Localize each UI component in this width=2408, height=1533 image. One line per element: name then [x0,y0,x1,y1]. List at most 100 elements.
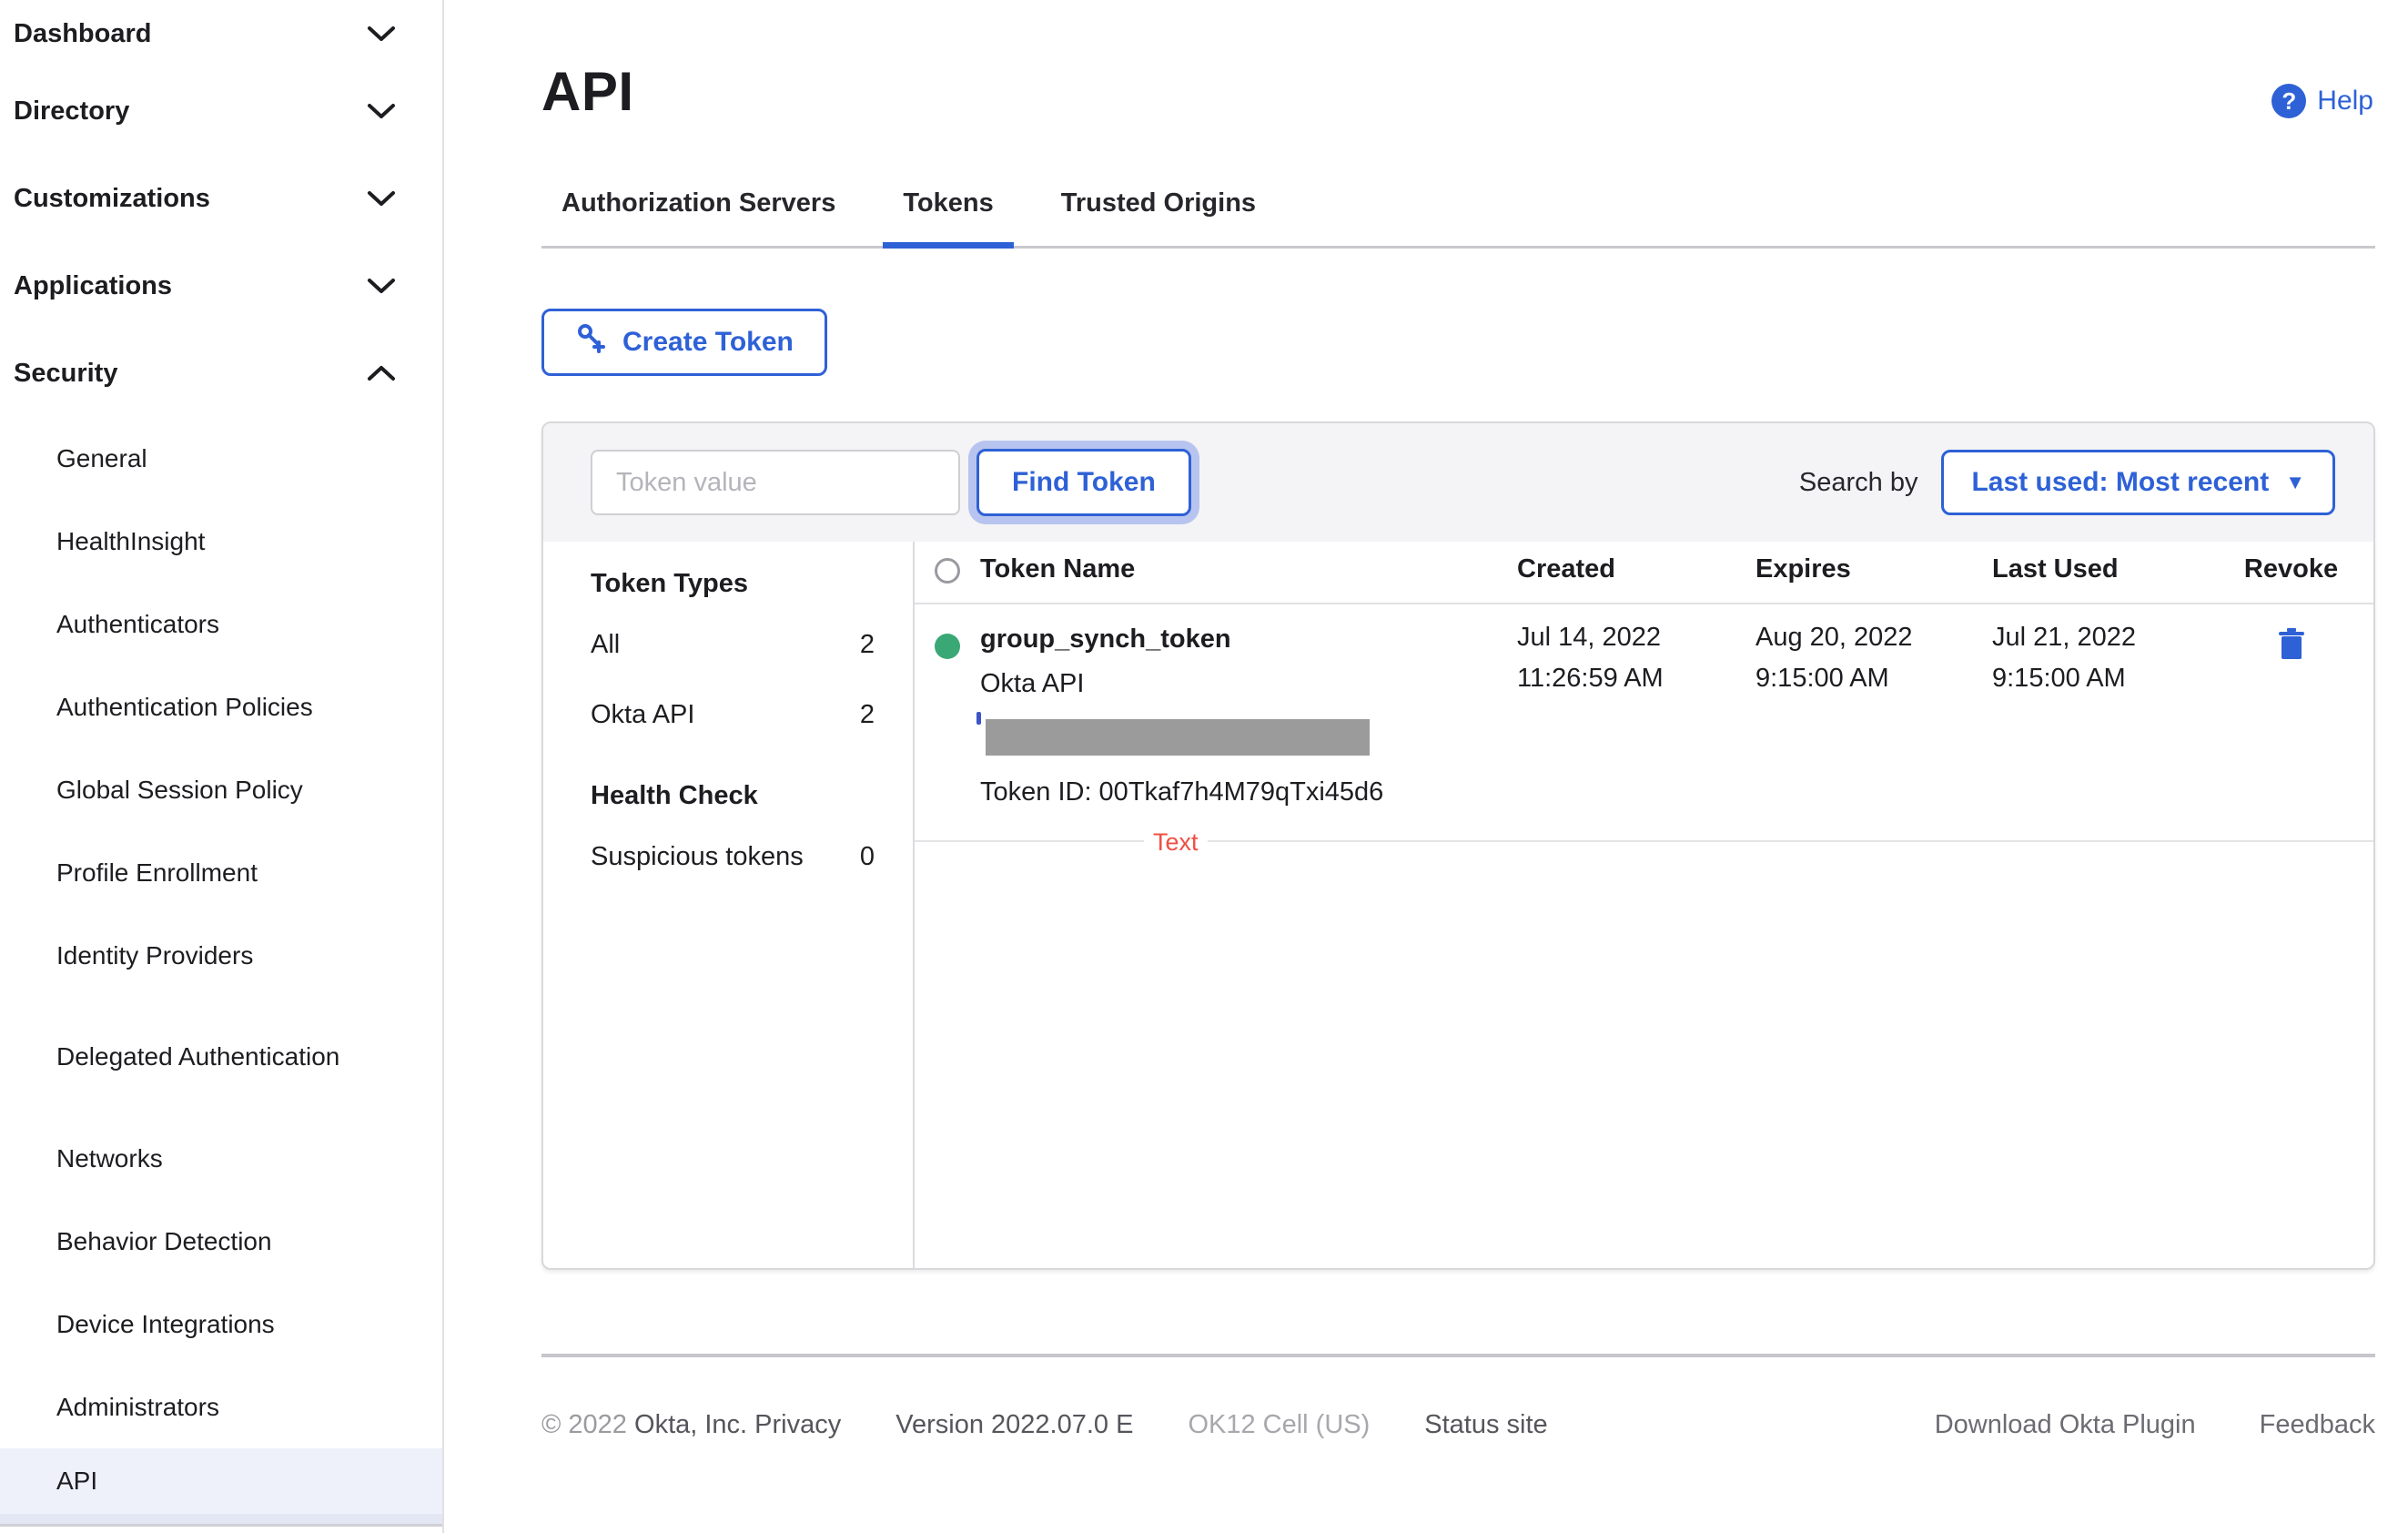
key-plus-icon [575,322,608,362]
health-check-title: Health Check [591,781,758,810]
redacted-token-value [986,719,1370,756]
sidebar-item-applications[interactable]: Applications [0,242,442,330]
sidebar-item-device-integrations[interactable]: Device Integrations [0,1283,442,1365]
sidebar-item-behavior-detection[interactable]: Behavior Detection [0,1200,442,1283]
created-time: 11:26:59 AM [1517,664,1664,693]
token-types-panel: Token Types All 2 Okta API 2 Health Chec… [543,542,915,1268]
sidebar-item-networks[interactable]: Networks [0,1117,442,1200]
chevron-down-icon [366,276,397,296]
sidebar-item-directory[interactable]: Directory [0,67,442,155]
sidebar-item-label: Profile Enrollment [56,858,258,887]
filter-count: 2 [859,630,875,659]
sidebar-item-label: Behavior Detection [56,1226,272,1255]
filter-label: All [591,630,621,659]
tab-authorization-servers[interactable]: Authorization Servers [541,188,855,249]
search-by-label: Search by [1798,467,1918,497]
filter-label: Okta API [591,700,695,729]
filter-count: 2 [859,700,875,729]
tab-bar: Authorization Servers Tokens Trusted Ori… [541,188,2375,249]
table-row: group_synch_token Okta API Token ID: 00T… [915,604,2373,857]
last-used-time: 9:15:00 AM [1992,664,2126,693]
feedback-link[interactable]: Feedback [2260,1410,2375,1440]
table-header-row: Token Name Created Expires Last Used Rev… [915,542,2373,604]
sidebar-item-label: Directory [14,96,130,126]
caret-down-icon: ▼ [2285,471,2305,493]
tab-tokens[interactable]: Tokens [883,188,1014,249]
sidebar-item-label: Networks [56,1143,163,1173]
last-used-date: Jul 21, 2022 [1992,623,2137,652]
sidebar-item-general[interactable]: General [0,417,442,500]
sidebar-item-healthinsight[interactable]: HealthInsight [0,500,442,583]
col-revoke: Revoke [2243,554,2339,584]
filter-okta-api[interactable]: Okta API 2 [591,680,875,750]
expires-time: 9:15:00 AM [1755,664,1889,693]
expires-date: Aug 20, 2022 [1755,623,1913,652]
sidebar-item-label: Applications [14,270,173,300]
token-id: Token ID: 00Tkaf7h4M79qTxi45d6 [980,777,1384,807]
status-site-link[interactable]: Status site [1424,1410,1547,1440]
chevron-down-icon [366,101,397,121]
created-date: Jul 14, 2022 [1517,623,1662,652]
annotation-label: Text [1144,828,1208,857]
sidebar-item-label: Identity Providers [56,940,254,970]
status-active-icon [935,634,960,659]
chevron-up-icon [366,363,397,383]
company-privacy: Okta, Inc. Privacy [634,1410,842,1439]
sidebar-item-customizations[interactable]: Customizations [0,155,442,242]
sidebar-item-label: Security [14,358,118,388]
find-token-button[interactable]: Find Token [976,449,1191,516]
sidebar-item-label: API [56,1467,98,1496]
help-link[interactable]: ? Help [2271,84,2373,118]
chevron-down-icon [366,24,397,44]
col-last-used: Last Used [1992,554,2119,584]
sidebar-scroll-strip [0,1514,442,1527]
sidebar-item-profile-enrollment[interactable]: Profile Enrollment [0,831,442,914]
sidebar-item-api[interactable]: API [0,1448,442,1514]
sidebar-item-label: Device Integrations [56,1309,275,1338]
create-token-label: Create Token [622,327,794,357]
page-footer: © 2022 Okta, Inc. Privacy Version 2022.0… [541,1410,2375,1440]
sidebar-item-delegated-authentication[interactable]: Delegated Authentication [0,997,442,1117]
token-search-bar: Find Token Search by Last used: Most rec… [543,423,2373,542]
page-title: API [541,61,634,122]
sidebar-item-security[interactable]: Security [0,330,442,417]
sidebar-item-administrators[interactable]: Administrators [0,1365,442,1448]
token-types-title: Token Types [591,569,748,598]
token-value-input[interactable] [591,450,960,515]
filter-count: 0 [859,842,875,871]
create-token-button[interactable]: Create Token [541,309,827,376]
filter-label: Suspicious tokens [591,842,804,871]
token-name: group_synch_token [980,624,1231,654]
filter-all[interactable]: All 2 [591,610,875,680]
download-okta-plugin-link[interactable]: Download Okta Plugin [1935,1410,2196,1440]
sort-dropdown-value: Last used: Most recent [1971,467,2270,497]
sidebar-item-identity-providers[interactable]: Identity Providers [0,914,442,997]
sidebar-item-label: Authentication Policies [56,692,313,721]
col-created: Created [1517,554,1615,584]
tokens-table: Token Name Created Expires Last Used Rev… [915,542,2373,1268]
sidebar-item-label: Customizations [14,183,210,213]
filter-suspicious-tokens[interactable]: Suspicious tokens 0 [591,822,875,892]
help-label: Help [2317,86,2373,116]
sidebar-item-label: Delegated Authentication [56,1042,340,1071]
tab-trusted-origins[interactable]: Trusted Origins [1041,188,1276,249]
sidebar-item-dashboard[interactable]: Dashboard [0,0,442,67]
sidebar-item-authentication-policies[interactable]: Authentication Policies [0,665,442,748]
sidebar: Dashboard Directory Customizations Appli… [0,0,444,1533]
sidebar-item-global-session-policy[interactable]: Global Session Policy [0,748,442,831]
tokens-panel: Find Token Search by Last used: Most rec… [541,421,2375,1270]
footer-divider [541,1354,2375,1357]
status-ring-icon [935,558,960,584]
question-mark-icon: ? [2271,84,2307,118]
sidebar-item-label: Dashboard [14,18,152,48]
sort-dropdown[interactable]: Last used: Most recent ▼ [1941,450,2335,515]
cell-label: OK12 Cell (US) [1188,1410,1371,1439]
sidebar-item-label: General [56,443,147,472]
sidebar-item-label: Global Session Policy [56,775,303,804]
sidebar-item-authenticators[interactable]: Authenticators [0,583,442,665]
chevron-down-icon [366,188,397,208]
sidebar-item-label: Administrators [56,1392,219,1421]
trash-icon[interactable] [2278,628,2305,668]
version-label: Version 2022.07.0 E [895,1410,1134,1439]
col-expires: Expires [1755,554,1851,584]
